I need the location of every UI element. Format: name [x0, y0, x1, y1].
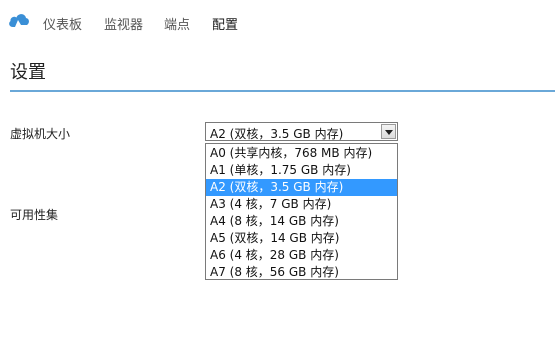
- vm-size-option-a2[interactable]: A2 (双核，3.5 GB 内存): [206, 179, 397, 196]
- vm-size-option-a4[interactable]: A4 (8 核，14 GB 内存): [206, 213, 397, 230]
- settings-page: 仪表板 监视器 端点 配置 设置 虚拟机大小 A2 (双核，3.5 GB 内存)…: [0, 0, 555, 341]
- vm-size-selected-value: A2 (双核，3.5 GB 内存): [210, 127, 344, 141]
- vm-size-select[interactable]: A2 (双核，3.5 GB 内存): [205, 122, 398, 141]
- vm-size-option-a5[interactable]: A5 (双核，14 GB 内存): [206, 230, 397, 247]
- vm-size-dropdown-list: A0 (共享内核，768 MB 内存) A1 (单核，1.75 GB 内存) A…: [205, 143, 398, 280]
- cloud-logo-icon[interactable]: [8, 12, 30, 28]
- page-title: 设置: [10, 62, 46, 83]
- nav-item-monitor[interactable]: 监视器: [104, 14, 143, 33]
- nav-item-endpoints[interactable]: 端点: [164, 14, 190, 33]
- nav-item-configure[interactable]: 配置: [212, 14, 238, 33]
- vm-size-option-a6[interactable]: A6 (4 核，28 GB 内存): [206, 247, 397, 264]
- vm-size-option-a0[interactable]: A0 (共享内核，768 MB 内存): [206, 145, 397, 162]
- chevron-down-icon: [385, 130, 393, 135]
- vm-size-label: 虚拟机大小: [10, 127, 71, 141]
- title-divider: [10, 90, 555, 92]
- dropdown-arrow-button[interactable]: [381, 124, 396, 139]
- vm-size-option-a7[interactable]: A7 (8 核，56 GB 内存): [206, 264, 397, 281]
- vm-size-option-a1[interactable]: A1 (单核，1.75 GB 内存): [206, 162, 397, 179]
- nav-item-dashboard[interactable]: 仪表板: [43, 14, 82, 33]
- vm-size-option-a3[interactable]: A3 (4 核，7 GB 内存): [206, 196, 397, 213]
- availability-set-label: 可用性集: [10, 208, 59, 222]
